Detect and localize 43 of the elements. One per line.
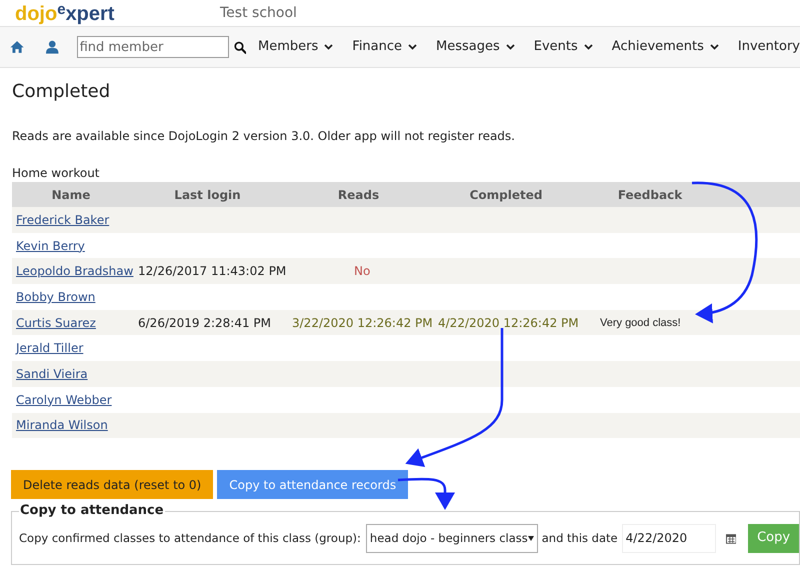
calendar-icon[interactable] xyxy=(726,532,736,544)
table-cell: Very good class! xyxy=(600,317,681,330)
column-header: Completed xyxy=(468,186,544,204)
menu-item[interactable]: Inventory xyxy=(738,37,800,57)
table-cell: 12/26/2017 11:43:02 PM xyxy=(138,264,286,278)
annotation-arrow xyxy=(398,478,455,510)
date-field[interactable]: 4/22/2020 xyxy=(622,524,716,553)
school-name: Test school xyxy=(220,4,297,22)
column-header: Last login xyxy=(173,186,242,204)
member-link[interactable]: Frederick Baker xyxy=(16,212,110,227)
table-cell: 6/26/2019 2:28:41 PM xyxy=(138,316,272,330)
class-select[interactable]: head dojo - beginners class xyxy=(366,524,538,553)
column-header: Feedback xyxy=(616,186,684,204)
notice-text: Reads are available since DojoLogin 2 version 3.0. Older app will not register reads. xyxy=(12,128,516,145)
date-label: and this date xyxy=(542,530,618,547)
table-cell: No xyxy=(354,264,370,278)
member-link[interactable]: Miranda Wilson xyxy=(16,418,108,432)
menu-item[interactable]: Events xyxy=(534,37,593,57)
copy-label: Copy confirmed classes to attendance of this class (group): xyxy=(19,530,361,547)
member-link[interactable]: Jerald Tiller xyxy=(16,341,84,356)
table-caption: Home workout xyxy=(12,165,100,182)
member-link[interactable]: Sandi Vieira xyxy=(16,366,88,381)
member-link[interactable]: Kevin Berry xyxy=(16,238,85,253)
member-link[interactable]: Bobby Brown xyxy=(16,290,96,304)
menu-item[interactable]: Messages xyxy=(436,37,515,57)
table-cell: 4/22/2020 12:26:42 PM xyxy=(438,316,579,330)
page-title: Completed xyxy=(12,80,110,104)
column-header: Name xyxy=(50,186,92,204)
user-icon[interactable] xyxy=(46,39,59,55)
dropdown-icon xyxy=(528,536,534,541)
menu-item[interactable]: Finance xyxy=(352,37,418,57)
delete-reads-button[interactable]: Delete reads data (reset to 0) xyxy=(11,470,214,500)
search-icon[interactable] xyxy=(234,40,246,54)
logo[interactable]: dojo$^{e}$xpert xyxy=(15,2,215,24)
member-link[interactable]: Leopoldo Bradshaw xyxy=(16,264,134,278)
column-header: Reads xyxy=(336,186,380,204)
menu-item[interactable]: Achievements xyxy=(612,37,719,57)
member-link[interactable]: Carolyn Webber xyxy=(16,392,112,407)
home-icon[interactable] xyxy=(10,39,24,55)
menu-item[interactable]: Members xyxy=(258,37,334,57)
table-cell: 3/22/2020 12:26:42 PM xyxy=(292,316,433,330)
member-link[interactable]: Curtis Suarez xyxy=(16,316,96,330)
search-field[interactable]: find member xyxy=(76,36,229,58)
